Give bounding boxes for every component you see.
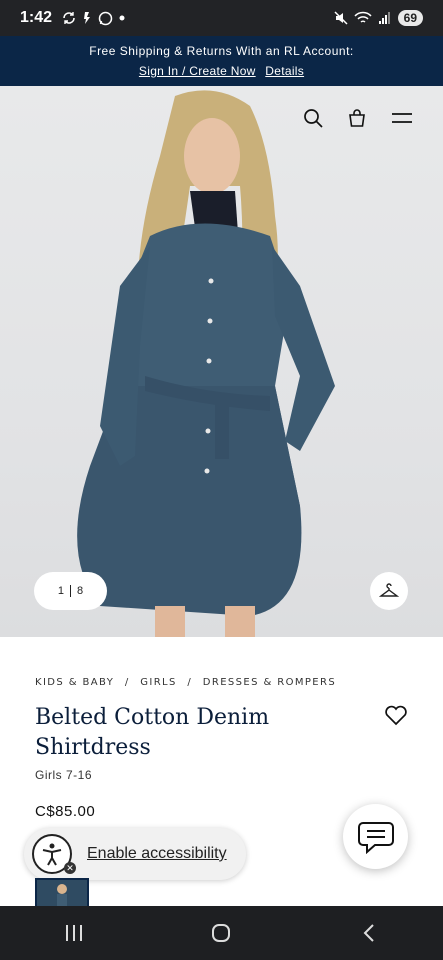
sign-in-link[interactable]: Sign In / Create Now	[139, 64, 256, 78]
breadcrumb-separator: /	[187, 677, 193, 688]
breadcrumb-kids-baby[interactable]: KIDS & BABY	[35, 677, 114, 688]
product-price: C$85.00	[35, 803, 96, 820]
status-bar: 1:42 69	[0, 0, 443, 36]
sync-icon	[63, 12, 75, 24]
enable-accessibility-link[interactable]: Enable accessibility	[87, 845, 227, 863]
product-photo	[77, 90, 335, 637]
close-icon[interactable]: ✕	[64, 862, 76, 874]
product-title: Belted Cotton Denim Shirtdress	[35, 705, 270, 760]
recent-apps-icon[interactable]	[63, 923, 85, 943]
pager-separator	[70, 585, 71, 597]
app-notification-icon	[84, 12, 91, 24]
system-nav-bar	[0, 906, 443, 960]
person-icon	[42, 843, 62, 866]
header-icons	[303, 108, 413, 128]
details-link[interactable]: Details	[265, 64, 304, 78]
hanger-button[interactable]	[370, 572, 408, 610]
breadcrumb-separator: /	[124, 677, 130, 688]
home-icon[interactable]	[210, 922, 232, 944]
pager-current: 1	[57, 585, 64, 597]
search-icon[interactable]	[303, 108, 323, 128]
thumbnail-image	[37, 880, 87, 908]
mute-icon	[334, 11, 348, 25]
status-left-icons	[62, 11, 125, 26]
chat-icon	[357, 821, 394, 854]
whatsapp-icon	[98, 11, 113, 25]
wifi-icon	[354, 11, 372, 23]
breadcrumb: KIDS & BABY / GIRLS / DRESSES & ROMPERS	[35, 677, 342, 688]
promo-banner: Free Shipping & Returns With an RL Accou…	[0, 36, 443, 86]
breadcrumb-girls[interactable]: GIRLS	[140, 677, 177, 688]
shopping-bag-icon[interactable]	[347, 108, 367, 128]
pager-total: 8	[77, 585, 84, 597]
product-size-range: Girls 7-16	[35, 768, 93, 782]
battery-indicator: 69	[397, 10, 423, 26]
hanger-icon	[379, 583, 399, 597]
chat-button[interactable]	[343, 804, 408, 869]
promo-links: Sign In / Create Now Details	[0, 64, 443, 78]
color-swatch-thumbnail[interactable]	[35, 878, 89, 908]
image-pager: 1 8	[34, 572, 107, 610]
breadcrumb-dresses-rompers[interactable]: DRESSES & ROMPERS	[203, 677, 336, 688]
signal-icon	[378, 12, 390, 24]
back-icon[interactable]	[358, 922, 380, 944]
promo-text: Free Shipping & Returns With an RL Accou…	[89, 44, 354, 58]
product-image[interactable]: 1 8	[0, 86, 443, 637]
heart-icon[interactable]	[384, 704, 408, 726]
status-time: 1:42	[20, 9, 53, 26]
status-right: 69	[334, 10, 423, 26]
menu-icon[interactable]	[391, 108, 413, 128]
accessibility-widget[interactable]: ✕ Enable accessibility	[24, 828, 246, 880]
dot-icon	[119, 15, 125, 21]
accessibility-icon: ✕	[32, 834, 76, 874]
